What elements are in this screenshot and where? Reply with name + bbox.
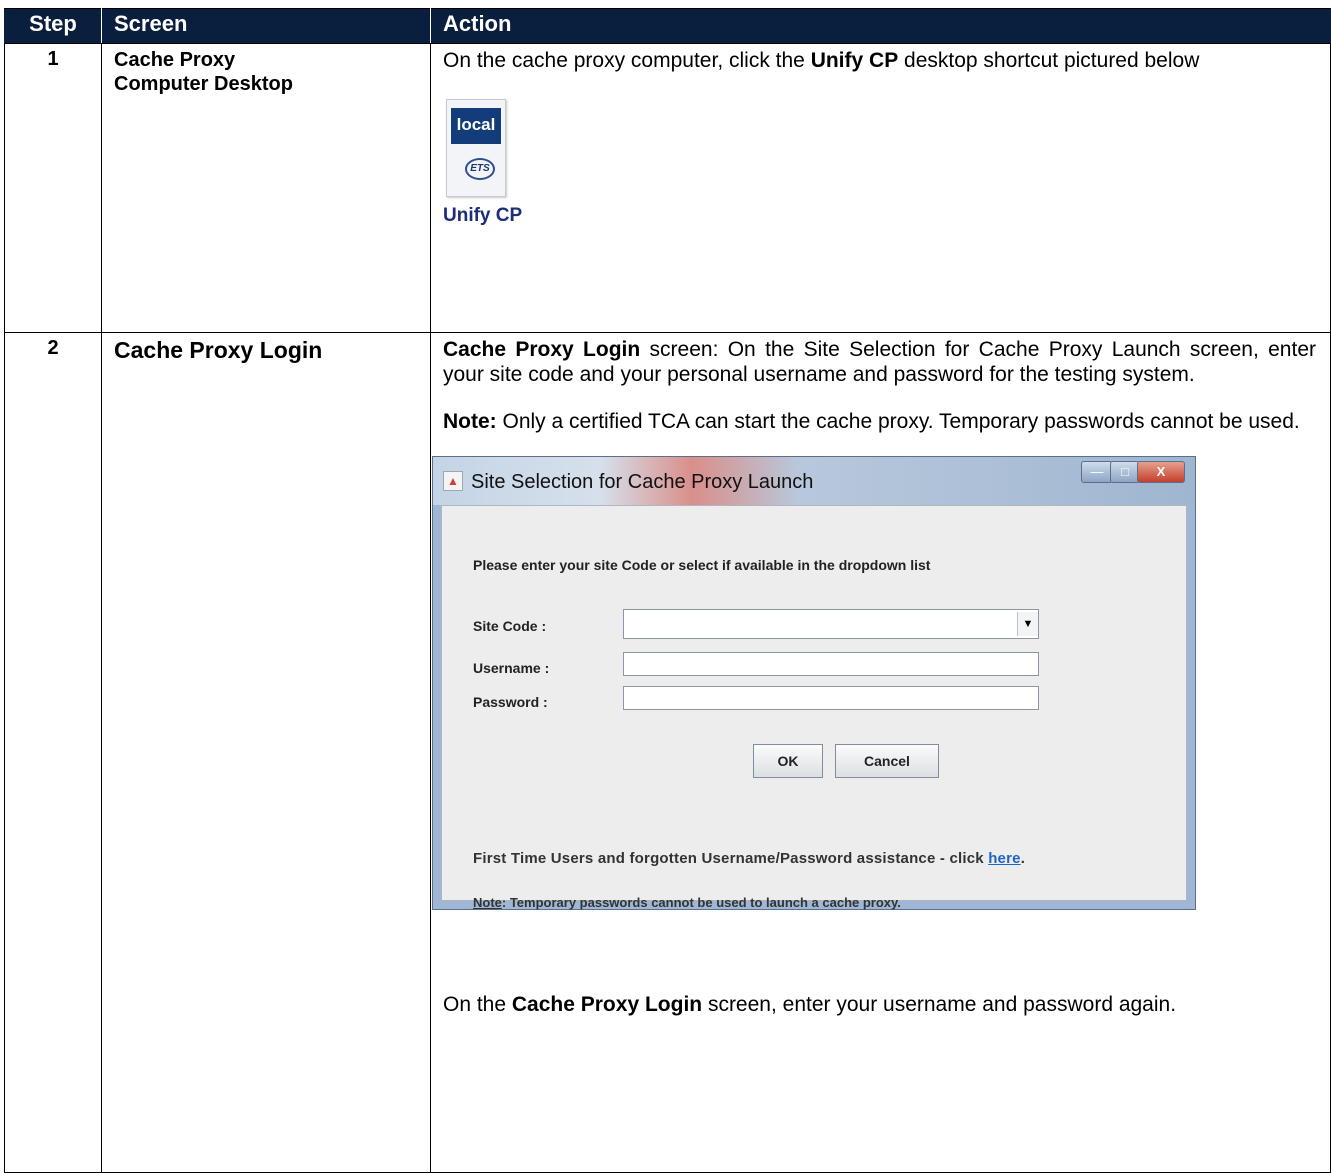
- text: screen, enter your username and password…: [702, 993, 1177, 1016]
- maximize-icon[interactable]: □: [1110, 461, 1140, 483]
- site-code-label: Site Code :: [473, 618, 547, 634]
- action-paragraph: On the cache proxy computer, click the U…: [443, 48, 1316, 73]
- text: .: [1020, 850, 1026, 867]
- text: On the cache proxy computer, click the: [443, 49, 811, 72]
- bold-text: Unify CP: [810, 49, 899, 72]
- action-text: Cache Proxy Login screen: On the Site Se…: [430, 332, 1331, 1173]
- bold-text: Cache Proxy Login: [443, 338, 641, 361]
- dialog-title: Site Selection for Cache Proxy Launch: [471, 471, 814, 493]
- password-label: Password :: [473, 694, 548, 710]
- instructions-table: Step Screen Action 1 Cache Proxy Compute…: [4, 8, 1331, 1173]
- unify-cp-desktop-icon[interactable]: local ETS: [446, 99, 506, 197]
- screen-name-line: Cache Proxy: [114, 49, 236, 71]
- site-code-combobox[interactable]: [623, 609, 1039, 639]
- table-header-row: Step Screen Action: [4, 8, 1331, 44]
- chevron-down-icon[interactable]: ▼: [1017, 612, 1038, 636]
- password-field[interactable]: [623, 686, 1039, 710]
- bold-text: Cache Proxy Login: [511, 993, 703, 1016]
- note-paragraph: Note: Only a certified TCA can start the…: [443, 409, 1316, 434]
- dialog-note: Note: Temporary passwords cannot be used…: [473, 890, 901, 915]
- java-app-icon: ▲: [443, 471, 463, 491]
- site-code-row: Site Code : ▼: [473, 609, 1173, 639]
- dialog-body: Please enter your site Code or select if…: [441, 505, 1187, 910]
- shortcut-label[interactable]: Unify CP: [443, 203, 563, 228]
- text: First Time Users and forgotten Username/…: [473, 850, 989, 867]
- text: : Temporary passwords cannot be used to …: [501, 895, 901, 910]
- action-paragraph: On the Cache Proxy Login screen, enter y…: [443, 992, 1316, 1017]
- minimize-icon[interactable]: —: [1081, 461, 1113, 483]
- table-row: 2 Cache Proxy Login Cache Proxy Login sc…: [4, 332, 1331, 1173]
- step-number: 2: [4, 332, 102, 1173]
- action-text: On the cache proxy computer, click the U…: [430, 43, 1331, 333]
- username-field[interactable]: [623, 652, 1039, 676]
- header-screen: Screen: [101, 8, 431, 44]
- header-step: Step: [4, 8, 102, 44]
- screen-name-line: Cache Proxy Login: [114, 337, 323, 363]
- help-text: First Time Users and forgotten Username/…: [473, 846, 1025, 871]
- action-paragraph: Cache Proxy Login screen: On the Site Se…: [443, 337, 1316, 387]
- table-row: 1 Cache Proxy Computer Desktop On the ca…: [4, 43, 1331, 333]
- window-controls: — □ X: [1081, 461, 1185, 483]
- text: Only a certified TCA can start the cache…: [496, 410, 1300, 433]
- unify-cp-shortcut[interactable]: local ETS Unify CP: [443, 99, 563, 228]
- close-icon[interactable]: X: [1137, 461, 1185, 483]
- screen-name: Cache Proxy Computer Desktop: [101, 43, 431, 333]
- text: desktop shortcut pictured below: [898, 49, 1200, 72]
- ets-logo-icon: ETS: [465, 158, 495, 180]
- step-number: 1: [4, 43, 102, 333]
- dialog-prompt: Please enter your site Code or select if…: [473, 557, 931, 573]
- username-label: Username :: [473, 660, 550, 676]
- cancel-button[interactable]: Cancel: [835, 744, 939, 778]
- site-selection-dialog: ▲ Site Selection for Cache Proxy Launch …: [432, 456, 1196, 910]
- note-label: Note: [473, 895, 502, 910]
- username-row: Username :: [473, 652, 1173, 678]
- dialog-titlebar[interactable]: ▲ Site Selection for Cache Proxy Launch …: [433, 457, 1195, 505]
- ok-button[interactable]: OK: [753, 744, 823, 778]
- password-row: Password :: [473, 686, 1173, 712]
- header-action: Action: [430, 8, 1331, 44]
- text: On the: [443, 993, 512, 1016]
- here-link[interactable]: here: [988, 850, 1021, 867]
- dialog-buttons: OK Cancel: [473, 744, 1173, 780]
- screen-name-line: Computer Desktop: [114, 73, 293, 95]
- local-band: local: [451, 108, 501, 144]
- screen-name: Cache Proxy Login: [101, 332, 431, 1173]
- bold-text: Note:: [443, 410, 497, 433]
